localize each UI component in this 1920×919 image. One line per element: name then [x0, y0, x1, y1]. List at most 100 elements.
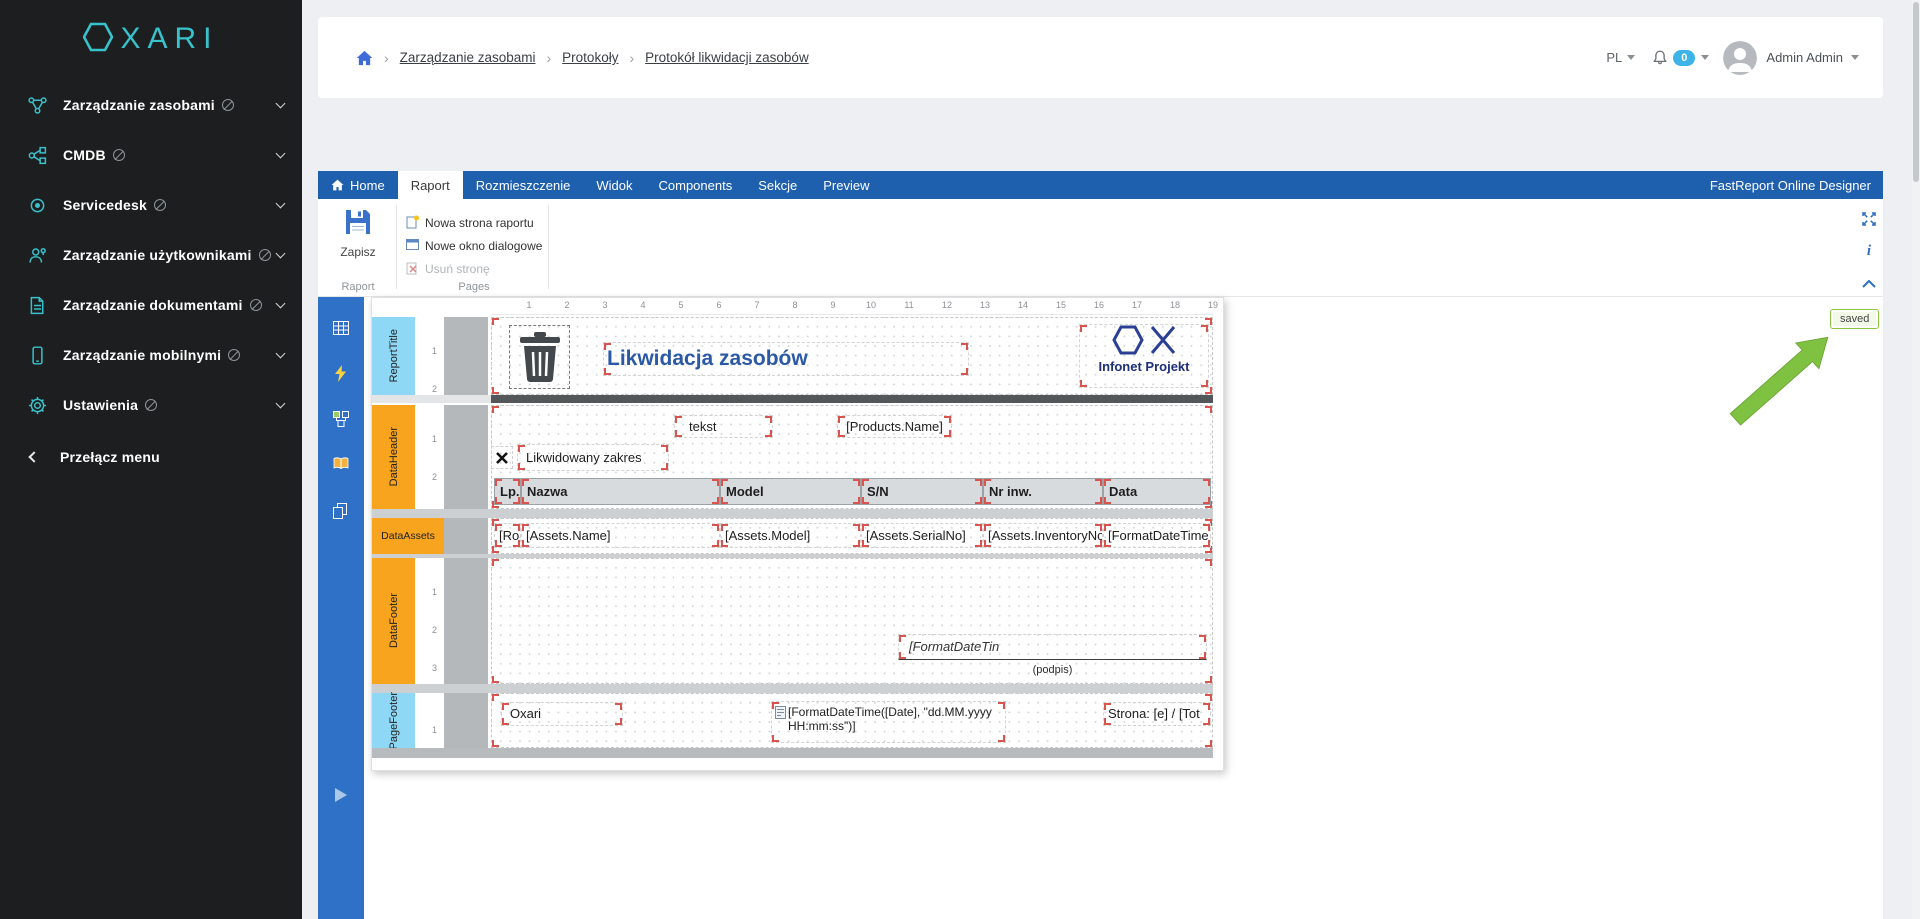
data-cell[interactable]: [Ro	[494, 523, 521, 548]
band-label-dataassets[interactable]: DataAssets	[372, 518, 444, 554]
band-label-dataheader[interactable]: DataHeader	[372, 405, 415, 509]
sidebar-item-zarzadzanie-uzytkownikami[interactable]: Zarządzanie użytkownikami	[0, 230, 302, 280]
table-header-cell[interactable]: Lp.	[494, 478, 521, 505]
action-label: Nowa strona raportu	[425, 216, 534, 230]
sidebar: XARI Zarządzanie zasobami CMDB Servicede…	[0, 0, 302, 919]
footer-datetime-field[interactable]: [FormatDateTime([Date], "dd.MM.yyyy HH:m…	[771, 701, 1006, 743]
table-header-cell[interactable]: Nr inw.	[983, 478, 1103, 505]
products-name-field[interactable]: [Products.Name]	[837, 415, 952, 438]
data-cell[interactable]: [Assets.Model]	[720, 523, 861, 548]
book-tool-icon[interactable]	[333, 457, 349, 470]
play-icon[interactable]	[334, 787, 348, 803]
bell-icon[interactable]	[1651, 49, 1669, 67]
breadcrumb-link-zasoby[interactable]: Zarządzanie zasobami	[400, 50, 536, 65]
sidebar-toggle-menu[interactable]: Przełącz menu	[0, 432, 302, 482]
chevron-down-icon[interactable]	[1851, 55, 1859, 60]
tab-components[interactable]: Components	[646, 171, 746, 199]
chevron-down-icon	[275, 348, 286, 359]
new-dialog-button[interactable]: Nowe okno dialogowe	[406, 236, 542, 256]
notification-count-badge[interactable]: 0	[1673, 49, 1696, 66]
save-label: Zapisz	[340, 245, 376, 259]
sidebar-item-servicedesk[interactable]: Servicedesk	[0, 180, 302, 230]
table-header-cell[interactable]: S/N	[861, 478, 983, 505]
collapse-ribbon-icon[interactable]	[1858, 275, 1880, 293]
hierarchy-tool-icon[interactable]	[333, 411, 349, 427]
nodes-icon	[26, 144, 48, 166]
breadcrumb-current[interactable]: Protokół likwidacji zasobów	[645, 50, 809, 65]
footer-datetime-line1: [FormatDateTime([Date], "dd.MM.yyyy	[788, 705, 992, 719]
breadcrumb-link-protokoly[interactable]: Protokoły	[562, 50, 618, 65]
footer-page-number-field[interactable]: Strona: [e] / [Tot	[1103, 702, 1211, 726]
chevron-down-icon	[275, 148, 286, 159]
likwidowany-zakres-field[interactable]: Likwidowany zakres	[517, 444, 669, 471]
report-title-field[interactable]: Likwidacja zasobów	[603, 342, 969, 376]
expression-icon	[775, 706, 786, 722]
page-scrollbar[interactable]	[1912, 0, 1920, 919]
lightning-tool-icon[interactable]	[335, 365, 347, 382]
save-button[interactable]: Zapisz	[332, 207, 384, 259]
table-header-cell[interactable]: Model	[720, 478, 861, 505]
x-image-object[interactable]	[491, 446, 513, 469]
sidebar-item-zarzadzanie-zasobami[interactable]: Zarządzanie zasobami	[0, 80, 302, 130]
tab-rozmieszczenie[interactable]: Rozmieszczenie	[463, 171, 584, 199]
tab-home[interactable]: Home	[318, 171, 398, 199]
info-icon[interactable]: i	[1858, 243, 1880, 260]
table-header-cell[interactable]: Data	[1103, 478, 1211, 505]
breadcrumb: › Zarządzanie zasobami › Protokoły › Pro…	[356, 17, 809, 98]
band-divider[interactable]	[372, 684, 1213, 693]
band-handle-pagefooter[interactable]	[444, 693, 488, 748]
sidebar-item-zarzadzanie-mobilnymi[interactable]: Zarządzanie mobilnymi	[0, 330, 302, 380]
band-handle-datafooter[interactable]	[444, 558, 488, 684]
band-label-datafooter[interactable]: DataFooter	[372, 558, 415, 684]
oxari-logo: XARI	[0, 0, 302, 78]
copy-tool-icon[interactable]	[333, 503, 347, 519]
users-icon	[26, 244, 48, 266]
sidebar-item-cmdb[interactable]: CMDB	[0, 130, 302, 180]
chevron-down-icon[interactable]	[1627, 55, 1636, 60]
signature-date-field[interactable]: [FormatDateTin	[898, 634, 1207, 660]
data-cell[interactable]: [Assets.Name]	[521, 523, 720, 548]
home-icon[interactable]	[356, 50, 373, 66]
company-logo-object[interactable]: Infonet Projekt	[1079, 324, 1209, 388]
user-name[interactable]: Admin Admin	[1766, 50, 1843, 65]
band-label-reporttitle[interactable]: ReportTitle	[372, 317, 415, 395]
sidebar-item-zarzadzanie-dokumentami[interactable]: Zarządzanie dokumentami	[0, 280, 302, 330]
tab-preview[interactable]: Preview	[810, 171, 882, 199]
tab-label: Widok	[596, 177, 633, 193]
delete-page-button[interactable]: Usuń stronę	[406, 259, 490, 279]
new-report-page-button[interactable]: Nowa strona raportu	[406, 213, 534, 233]
data-cell[interactable]: [Assets.SerialNo]	[861, 523, 983, 548]
tab-label: Rozmieszczenie	[475, 177, 571, 193]
table-tool-icon[interactable]	[333, 321, 349, 335]
band-handle-dataheader[interactable]	[444, 405, 488, 509]
band-handle-reporttitle[interactable]	[444, 317, 488, 395]
sidebar-item-ustawienia[interactable]: Ustawienia	[0, 380, 302, 430]
documents-icon	[26, 294, 48, 316]
home-icon	[331, 179, 344, 191]
gear-icon	[26, 394, 48, 416]
footer-left-field[interactable]: Oxari	[501, 702, 623, 726]
ribbon-tab-bar: Home Raport Rozmieszczenie Widok Compone…	[318, 171, 1883, 199]
language-selector[interactable]: PL	[1606, 50, 1622, 65]
chevron-down-icon[interactable]	[1701, 55, 1710, 60]
signature-caption[interactable]: (podpis)	[898, 664, 1207, 676]
band-label-pagefooter[interactable]: PageFooter	[372, 692, 415, 749]
new-page-icon	[406, 215, 419, 232]
tab-sekcje[interactable]: Sekcje	[745, 171, 810, 199]
band-divider[interactable]	[372, 509, 1213, 518]
chevron-down-icon	[275, 198, 286, 209]
data-cell[interactable]: [Assets.InventoryNo	[983, 523, 1103, 548]
license-badge-icon	[112, 149, 125, 161]
band-divider[interactable]	[491, 395, 1213, 403]
scrollbar-thumb[interactable]	[1913, 2, 1919, 182]
band-handle-dataassets[interactable]	[444, 518, 488, 554]
data-cell[interactable]: [FormatDateTime	[1103, 523, 1211, 548]
avatar[interactable]	[1723, 40, 1758, 75]
fullscreen-icon[interactable]	[1858, 211, 1880, 232]
tab-widok[interactable]: Widok	[583, 171, 645, 199]
table-header-cell[interactable]: Nazwa	[521, 478, 720, 505]
trash-image-object[interactable]	[509, 325, 570, 389]
tab-raport[interactable]: Raport	[397, 171, 463, 199]
tab-label: Components	[658, 177, 733, 193]
tekst-field[interactable]: tekst	[674, 415, 773, 438]
